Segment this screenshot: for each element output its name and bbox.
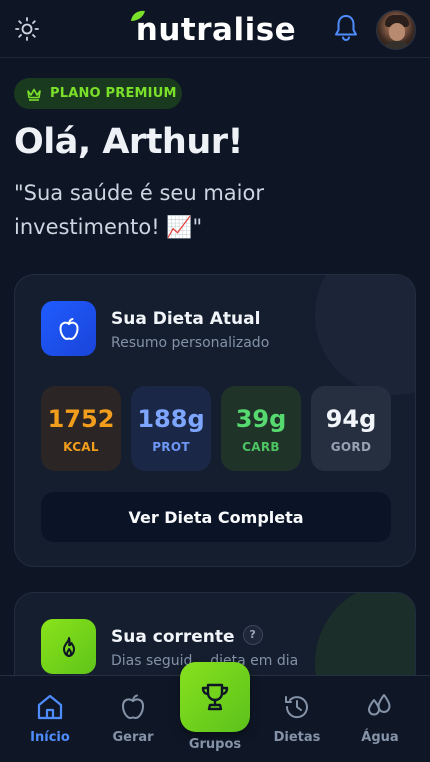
macro-kcal: 1752 KCAL (41, 386, 121, 471)
premium-badge: PLANO PREMIUM (14, 78, 182, 109)
nav-item-dietas[interactable]: Dietas (257, 692, 337, 752)
streak-card-title-row: Sua corrente? (111, 625, 263, 647)
greeting-quote: "Sua saúde é seu maior investimento! 📈" (14, 181, 264, 239)
help-icon[interactable]: ? (242, 625, 263, 645)
nav-item-gerar[interactable]: Gerar (93, 692, 173, 752)
view-full-diet-button[interactable]: Ver Dieta Completa (41, 492, 391, 542)
greeting-title: Olá, Arthur! (14, 122, 244, 162)
water-drops-icon (368, 694, 391, 716)
macro-value: 1752 (47, 404, 115, 433)
macro-label: PROT (152, 439, 190, 454)
bell-icon[interactable] (332, 13, 360, 43)
trophy-icon (201, 683, 229, 711)
history-icon (285, 696, 308, 719)
flame-icon (62, 636, 75, 657)
diet-card-title: Sua Dieta Atual (111, 309, 261, 329)
home-icon (37, 694, 63, 720)
macro-label: CARB (242, 439, 280, 454)
nav-label: Gerar (112, 730, 154, 745)
macro-label: KCAL (63, 439, 99, 454)
macro-value: 188g (137, 404, 205, 433)
sun-icon[interactable] (14, 16, 40, 42)
app-name: nutralise (135, 12, 297, 48)
nav-item-grupos[interactable]: Grupos (175, 662, 255, 754)
macro-carb: 39g CARB (221, 386, 301, 471)
nav-item-inicio[interactable]: Início (10, 692, 90, 752)
premium-label: PLANO PREMIUM (50, 86, 177, 101)
macro-row: 1752 KCAL 188g PROT 39g CARB 94g GORD (41, 386, 391, 471)
nav-label: Dietas (273, 730, 321, 745)
app-logo: nutralise (128, 8, 304, 48)
diet-card-subtitle: Resumo personalizado (111, 335, 270, 351)
macro-gord: 94g GORD (311, 386, 391, 471)
diet-card: Sua Dieta Atual Resumo personalizado 175… (14, 274, 416, 567)
nav-label: Grupos (188, 737, 242, 752)
macro-prot: 188g PROT (131, 386, 211, 471)
diet-icon-box (41, 301, 96, 356)
crown-icon (27, 88, 41, 101)
apple-icon (59, 317, 78, 340)
streak-card-title: Sua corrente (111, 627, 235, 647)
user-avatar[interactable] (376, 10, 416, 50)
nav-label: Início (30, 730, 70, 745)
macro-label: GORD (330, 439, 372, 454)
top-bar: nutralise (0, 0, 430, 58)
bottom-nav: Início Gerar Grupos Dietas Água (0, 662, 430, 762)
nav-item-agua[interactable]: Água (340, 692, 420, 752)
fab-button[interactable] (180, 662, 250, 732)
leaf-icon (131, 10, 145, 21)
nav-label: Água (361, 730, 399, 745)
decorative-blob (315, 275, 415, 395)
apple-icon (122, 694, 144, 719)
macro-value: 94g (325, 404, 377, 433)
macro-value: 39g (235, 404, 287, 433)
streak-icon-box (41, 619, 96, 674)
